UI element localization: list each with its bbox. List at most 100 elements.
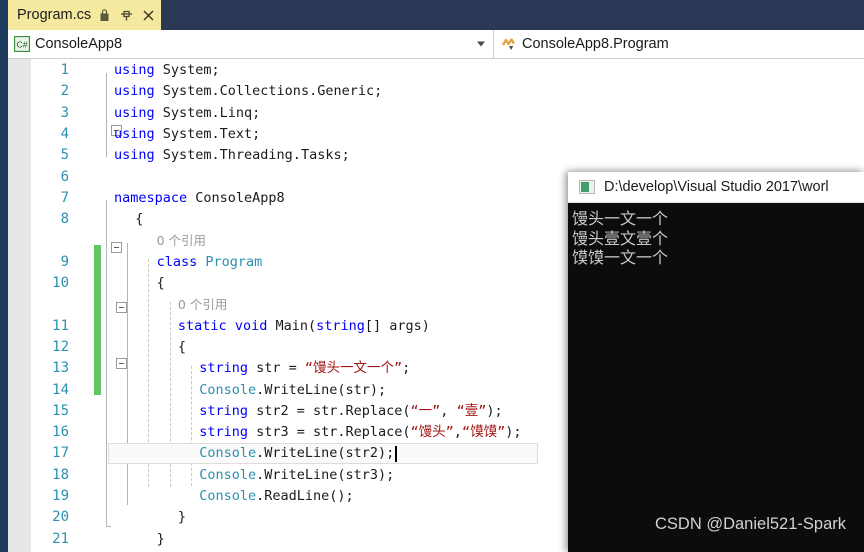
code-token: “馍馍” bbox=[461, 424, 506, 441]
svg-text:C#: C# bbox=[16, 40, 27, 50]
code-token: Console bbox=[199, 488, 257, 504]
console-output-line: 馍馍一文一个 bbox=[572, 248, 669, 267]
line-number: 14 bbox=[52, 381, 69, 398]
code-token: Main( bbox=[267, 317, 317, 334]
code-token: “馒头” bbox=[410, 424, 454, 441]
code-line-text: static void Main(string[] args) bbox=[178, 316, 430, 337]
console-window[interactable]: D:\develop\Visual Studio 2017\worl 馒头一文一… bbox=[568, 172, 864, 552]
code-token: “壹” bbox=[456, 402, 487, 419]
line-number: 12 bbox=[52, 338, 69, 355]
code-token: Console bbox=[199, 381, 257, 398]
codelens-reference-count[interactable]: 0 个引用 bbox=[157, 230, 206, 251]
code-token: string bbox=[199, 360, 248, 377]
code-token: str3 = str.Replace( bbox=[247, 424, 411, 441]
line-number: 8 bbox=[60, 211, 69, 228]
code-token: namespace bbox=[114, 189, 188, 206]
pin-icon[interactable] bbox=[120, 8, 133, 23]
code-token: , bbox=[453, 424, 462, 441]
code-token: System.Text; bbox=[154, 125, 261, 142]
code-token: ); bbox=[486, 402, 503, 419]
code-token: System; bbox=[154, 62, 220, 78]
visual-studio-window: Program.cs C# ConsoleApp8 ConsoleApp8.Pr… bbox=[0, 0, 864, 552]
tab-title: Program.cs bbox=[17, 7, 92, 23]
line-number: 6 bbox=[60, 168, 69, 185]
codelens-reference-count[interactable]: 0 个引用 bbox=[178, 294, 227, 315]
chevron-down-icon[interactable] bbox=[477, 41, 485, 47]
code-token: .ReadLine(); bbox=[256, 488, 354, 504]
code-token: using bbox=[114, 125, 155, 142]
line-number: 9 bbox=[60, 253, 69, 270]
code-token: } bbox=[156, 530, 165, 547]
code-token: ; bbox=[402, 360, 411, 377]
line-number: 1 bbox=[60, 62, 69, 78]
code-token: , bbox=[440, 402, 457, 419]
code-token: [] args) bbox=[364, 317, 430, 334]
line-number: 7 bbox=[60, 189, 69, 206]
code-token: .WriteLine(str3); bbox=[256, 466, 395, 483]
code-token: using bbox=[114, 83, 155, 100]
code-token: { bbox=[177, 338, 187, 355]
watermark: CSDN @Daniel521-Spark bbox=[655, 515, 846, 533]
console-output-line: 馒头壹文壹个 bbox=[572, 228, 669, 248]
save-icon[interactable] bbox=[98, 8, 111, 23]
code-token: void bbox=[234, 317, 268, 334]
code-token: using bbox=[114, 62, 155, 78]
class-member-icon bbox=[500, 36, 517, 53]
member-dropdown[interactable]: ConsoleApp8.Program bbox=[495, 30, 864, 58]
code-token: “一” bbox=[410, 402, 441, 419]
line-number: 15 bbox=[52, 402, 69, 419]
line-number: 4 bbox=[60, 125, 69, 142]
code-token: Console bbox=[199, 466, 257, 483]
line-number: 10 bbox=[52, 275, 69, 291]
console-title-bar[interactable]: D:\develop\Visual Studio 2017\worl bbox=[568, 172, 864, 203]
code-token: “馒头一文一个” bbox=[304, 360, 403, 377]
code-token: str = bbox=[247, 360, 305, 377]
line-number: 18 bbox=[52, 466, 69, 483]
code-line-text: { bbox=[157, 273, 165, 294]
code-line-text: Console.WriteLine(str3); bbox=[199, 465, 394, 486]
tab-icon-group bbox=[98, 8, 155, 23]
type-dropdown-label: ConsoleApp8 bbox=[35, 36, 123, 52]
left-edge-strip bbox=[0, 0, 8, 552]
code-token: static bbox=[177, 317, 227, 334]
code-line-text: string str2 = str.Replace(“一”, “壹”); bbox=[199, 401, 502, 422]
close-icon[interactable] bbox=[142, 8, 155, 23]
line-number: 13 bbox=[52, 360, 69, 377]
tab-program-cs[interactable]: Program.cs bbox=[8, 0, 162, 30]
code-line-text: using System.Text; bbox=[114, 124, 260, 145]
line-number: 3 bbox=[60, 104, 69, 121]
code-line-text: string str = “馒头一文一个”; bbox=[199, 358, 410, 379]
console-output-line: 馒头一文一个 bbox=[572, 209, 669, 228]
code-token: { bbox=[135, 211, 144, 228]
code-line-text: using System; bbox=[114, 60, 220, 81]
code-token: { bbox=[156, 275, 165, 291]
code-line-text: string str3 = str.Replace(“馒头”,“馍馍”); bbox=[199, 422, 521, 443]
code-line-text: Console.ReadLine(); bbox=[199, 486, 353, 507]
line-number: 21 bbox=[52, 530, 69, 547]
code-token: Console bbox=[199, 445, 257, 462]
line-number: 20 bbox=[52, 509, 69, 526]
code-token: System.Linq; bbox=[154, 104, 261, 121]
csharp-file-icon: C# bbox=[13, 36, 30, 53]
line-number: 5 bbox=[60, 147, 69, 164]
code-token: str2 = str.Replace( bbox=[247, 402, 411, 419]
code-line-text: { bbox=[178, 337, 186, 358]
member-dropdown-label: ConsoleApp8.Program bbox=[522, 36, 669, 52]
line-number: 16 bbox=[52, 424, 69, 441]
code-token: using bbox=[114, 147, 155, 164]
type-dropdown[interactable]: C# ConsoleApp8 bbox=[8, 30, 494, 58]
code-line-text: using System.Linq; bbox=[114, 103, 260, 124]
code-line-text: Console.WriteLine(str); bbox=[199, 380, 386, 401]
code-token: } bbox=[177, 509, 187, 526]
code-token: Program bbox=[205, 253, 263, 270]
line-number: 11 bbox=[52, 317, 69, 334]
code-token: string bbox=[199, 424, 248, 441]
code-token: class bbox=[156, 253, 198, 270]
code-line-text: namespace ConsoleApp8 bbox=[114, 188, 285, 209]
code-token: using bbox=[114, 104, 155, 121]
text-caret bbox=[395, 446, 397, 463]
code-token: System.Collections.Generic; bbox=[154, 83, 383, 100]
line-number: 17 bbox=[52, 445, 69, 462]
console-window-icon bbox=[579, 180, 595, 194]
